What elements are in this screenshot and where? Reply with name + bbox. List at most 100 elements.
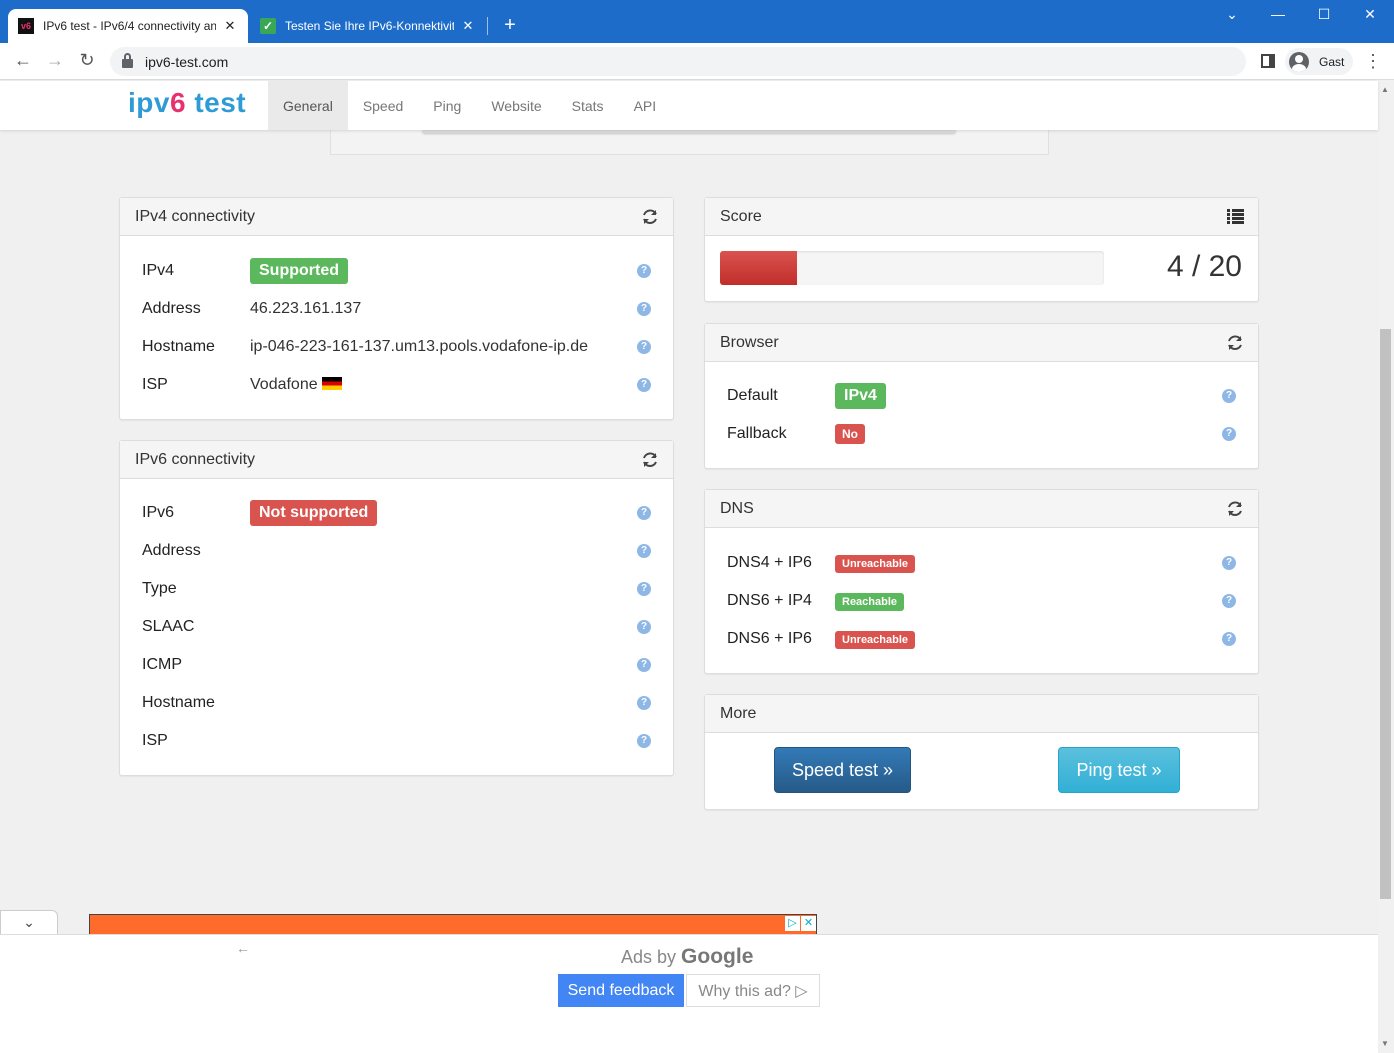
help-icon[interactable]: ?	[1222, 427, 1236, 441]
browser-panel: Browser Default IPv4 ? Fallback No ?	[704, 323, 1259, 469]
help-icon[interactable]: ?	[637, 264, 651, 278]
row-key: DNS6 + IP6	[727, 630, 812, 647]
tab-testen[interactable]: ✓ Testen Sie Ihre IPv6-Konnektivität. ✕	[250, 9, 486, 43]
nav-ping[interactable]: Ping	[418, 81, 476, 130]
help-icon[interactable]: ?	[1222, 594, 1236, 608]
refresh-icon[interactable]	[1226, 334, 1244, 352]
hostname-value: ip-046-223-161-137.um13.pools.vodafone-i…	[250, 338, 589, 355]
new-tab-icon[interactable]: +	[498, 14, 522, 37]
close-tab-icon[interactable]: ✕	[460, 18, 476, 34]
dns-row-dns6-ip4: DNS6 + IP4 Reachable ?	[727, 582, 1236, 620]
ad-close-icon[interactable]: ✕	[801, 916, 816, 931]
scroll-down-icon[interactable]: ▼	[1381, 1039, 1389, 1048]
nav-general[interactable]: General	[268, 81, 348, 130]
refresh-icon[interactable]	[1226, 500, 1244, 518]
ad-collapse-button[interactable]: ⌄	[0, 910, 58, 934]
ipv6-row-hostname: Hostname ?	[142, 684, 651, 722]
panel-title: DNS	[720, 499, 754, 517]
nav-api[interactable]: API	[619, 81, 672, 130]
browser-row-fallback: Fallback No ?	[727, 415, 1236, 453]
help-icon[interactable]: ?	[637, 340, 651, 354]
tab-search-icon[interactable]: ⌄	[1212, 6, 1252, 23]
dns-panel: DNS DNS4 + IP6 Unreachable ? DNS6 + IP4 …	[704, 489, 1259, 674]
profile-name: Gast	[1319, 54, 1345, 69]
close-window-icon[interactable]: ✕	[1350, 6, 1390, 23]
why-this-ad-button[interactable]: Why this ad? ▷	[686, 974, 820, 1007]
status-badge: Unreachable	[835, 630, 916, 649]
help-icon[interactable]: ?	[1222, 556, 1236, 570]
ipv6-favicon-icon: v6	[18, 18, 34, 34]
ipv6-row-support: IPv6 Not supported ?	[142, 494, 651, 532]
help-icon[interactable]: ?	[637, 544, 651, 558]
browser-titlebar: v6 IPv6 test - IPv6/4 connectivity and s…	[0, 0, 1394, 43]
adchoices-icon[interactable]: ▷	[785, 916, 800, 931]
speed-test-button[interactable]: Speed test »	[774, 747, 911, 793]
status-badge: IPv4	[835, 383, 886, 409]
panel-title: More	[720, 704, 757, 722]
page-scrollbar[interactable]: ▲ ▼	[1378, 81, 1394, 1053]
row-key: IPv6	[142, 504, 175, 521]
ipv6-row-icmp: ICMP ?	[142, 646, 651, 684]
help-icon[interactable]: ?	[637, 696, 651, 710]
forward-icon[interactable]: →	[43, 50, 67, 71]
score-progress-bar	[720, 251, 1104, 285]
reload-icon[interactable]: ↻	[75, 50, 99, 71]
status-badge: Reachable	[835, 592, 905, 611]
help-icon[interactable]: ?	[1222, 389, 1236, 403]
help-icon[interactable]: ?	[637, 506, 651, 520]
score-body: 4 / 20	[705, 236, 1258, 302]
avatar-icon	[1289, 51, 1309, 72]
help-icon[interactable]: ?	[1222, 632, 1236, 646]
row-key: Fallback	[727, 425, 787, 442]
ipv6-panel: IPv6 connectivity IPv6 Not supported ? A…	[119, 440, 674, 776]
ping-test-button[interactable]: Ping test »	[1058, 747, 1180, 793]
score-panel: Score 4 / 20	[704, 197, 1259, 302]
ipv4-row-isp: ISP Vodafone ?	[142, 366, 651, 404]
profile-button[interactable]: Gast	[1285, 48, 1353, 75]
ads-by-text: Ads by	[621, 947, 677, 967]
minimize-icon[interactable]: —	[1258, 6, 1298, 22]
row-key: ISP	[142, 732, 168, 749]
address-bar[interactable]: ipv6-test.com	[110, 47, 1246, 76]
menu-icon[interactable]: ⋮	[1364, 51, 1382, 72]
scroll-up-icon[interactable]: ▲	[1381, 85, 1389, 94]
nav-website[interactable]: Website	[476, 81, 556, 130]
score-value: 4 / 20	[1166, 250, 1242, 283]
refresh-icon[interactable]	[641, 208, 659, 226]
maximize-icon[interactable]: ☐	[1304, 6, 1344, 23]
ipv4-address-link[interactable]: 46.223.161.137	[250, 300, 361, 318]
row-key: Hostname	[142, 338, 215, 355]
ipv6-row-slaac: SLAAC ?	[142, 608, 651, 646]
help-icon[interactable]: ?	[637, 734, 651, 748]
scroll-thumb[interactable]	[1380, 329, 1391, 899]
panel-title: Browser	[720, 333, 779, 351]
help-icon[interactable]: ?	[637, 620, 651, 634]
row-key: Default	[727, 387, 778, 404]
refresh-icon[interactable]	[641, 451, 659, 469]
back-icon[interactable]: ←	[11, 50, 35, 71]
send-feedback-button[interactable]: Send feedback	[558, 974, 684, 1007]
browser-toolbar: ← → ↻ ipv6-test.com Gast ⋮	[0, 43, 1394, 80]
close-tab-icon[interactable]: ✕	[222, 18, 238, 34]
ipv4-row-hostname: Hostname ip-046-223-161-137.um13.pools.v…	[142, 328, 651, 366]
row-key: DNS4 + IP6	[727, 554, 812, 571]
ipv4-panel-header: IPv4 connectivity	[120, 198, 673, 236]
logo-text-ipv: ipv	[128, 87, 170, 118]
nav-speed[interactable]: Speed	[348, 81, 418, 130]
tab-ipv6-test[interactable]: v6 IPv6 test - IPv6/4 connectivity and s…	[8, 9, 248, 43]
dns-row-dns6-ip6: DNS6 + IP6 Unreachable ?	[727, 620, 1236, 658]
site-logo[interactable]: ipv6 test	[128, 87, 246, 119]
back-arrow-icon[interactable]: ←	[236, 940, 250, 956]
ad-banner[interactable]: ▷ ✕	[89, 914, 817, 934]
help-icon[interactable]: ?	[637, 378, 651, 392]
logo-text-test: test	[186, 87, 247, 118]
nav-stats[interactable]: Stats	[557, 81, 619, 130]
header-dropdown-area	[330, 130, 1049, 155]
help-icon[interactable]: ?	[637, 302, 651, 316]
check-favicon-icon: ✓	[260, 18, 276, 34]
panel-title: IPv6 connectivity	[135, 450, 256, 468]
list-icon[interactable]	[1227, 209, 1244, 224]
side-panel-icon[interactable]	[1261, 54, 1275, 68]
help-icon[interactable]: ?	[637, 658, 651, 672]
help-icon[interactable]: ?	[637, 582, 651, 596]
